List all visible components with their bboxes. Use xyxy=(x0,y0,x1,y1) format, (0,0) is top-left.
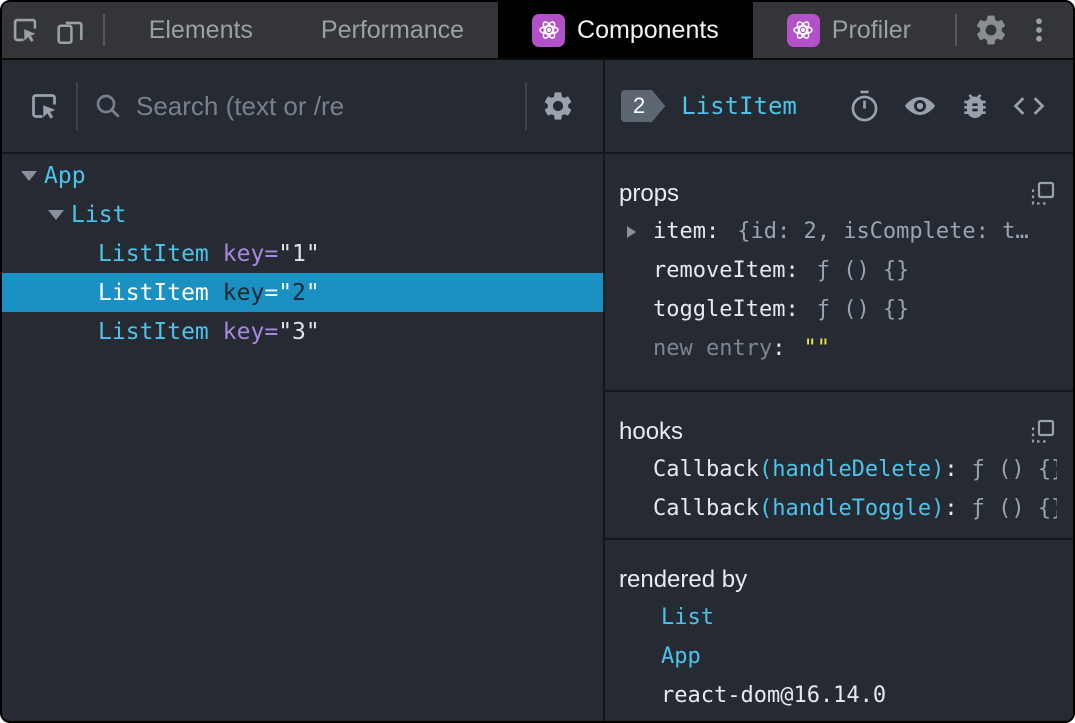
select-component-icon[interactable] xyxy=(26,88,62,124)
rendered-by-header: rendered by xyxy=(619,540,1057,598)
devtools-window: Elements Performance Components Profiler… xyxy=(0,0,1075,723)
topbar-right-controls xyxy=(945,2,1073,58)
settings-gear-icon[interactable] xyxy=(967,2,1015,58)
props-section: props item: {id: 2, isComplete: t… remov… xyxy=(605,154,1073,392)
component-tree-pane: App List ListItem key="1" ListItem key="… xyxy=(2,60,605,721)
hook-row-handletoggle[interactable]: Callback (handleToggle): ƒ () {} xyxy=(619,489,1057,528)
tree-item-listitem-2-selected[interactable]: ListItem key="2" xyxy=(2,273,603,312)
tree-item-listitem-1[interactable]: ListItem key="1" xyxy=(2,234,603,273)
tab-performance[interactable]: Performance xyxy=(287,2,498,58)
tree-item-listitem-3[interactable]: ListItem key="3" xyxy=(2,312,603,351)
expander-down-icon[interactable] xyxy=(14,170,44,181)
toolbar-divider xyxy=(76,82,78,130)
inspected-element-pane: 2 ListItem props item: {id: 2, isComple… xyxy=(605,60,1073,721)
key-attribute: key="2" xyxy=(222,279,320,306)
hook-value: ƒ () {} xyxy=(971,496,1057,521)
expander-right-icon[interactable] xyxy=(627,225,653,238)
suspend-stopwatch-icon[interactable] xyxy=(848,89,881,124)
react-logo-icon xyxy=(532,13,566,47)
rendered-by-section: rendered by List App react-dom@16.14.0 xyxy=(605,540,1073,721)
view-source-code-icon[interactable] xyxy=(1011,92,1047,120)
hook-row-handledelete[interactable]: Callback (handleDelete): ƒ () {} xyxy=(619,450,1057,489)
selected-component-name: ListItem xyxy=(681,92,797,120)
component-tree: App List ListItem key="1" ListItem key="… xyxy=(2,154,603,721)
prop-row-removeitem[interactable]: removeItem: ƒ () {} xyxy=(619,251,1057,290)
devtools-tab-bar: Elements Performance Components Profiler xyxy=(2,2,1073,60)
hook-value: ƒ () {} xyxy=(971,457,1057,482)
prop-row-toggleitem[interactable]: toggleItem: ƒ () {} xyxy=(619,290,1057,329)
copy-hooks-icon[interactable] xyxy=(1029,418,1057,446)
component-name: ListItem xyxy=(98,318,209,345)
tree-settings-gear-icon[interactable] xyxy=(541,89,575,123)
copy-props-icon[interactable] xyxy=(1029,180,1057,208)
search-input[interactable] xyxy=(134,89,511,123)
kebab-menu-icon[interactable] xyxy=(1015,2,1063,58)
prop-row-new-entry[interactable]: new entry: "" xyxy=(619,329,1057,368)
tree-item-list[interactable]: List xyxy=(2,195,603,234)
log-to-console-bug-icon[interactable] xyxy=(959,90,991,122)
section-title: rendered by xyxy=(619,566,748,593)
prop-value: ƒ () {} xyxy=(816,297,910,322)
tab-label: Components xyxy=(577,15,719,44)
new-entry-value[interactable]: "" xyxy=(803,336,830,361)
tab-label: Profiler xyxy=(831,15,911,44)
key-attribute: key="1" xyxy=(222,240,320,267)
section-title: hooks xyxy=(619,418,684,445)
prop-row-item[interactable]: item: {id: 2, isComplete: t… xyxy=(619,212,1057,251)
hooks-section: hooks Callback (handleDelete): ƒ () {} C… xyxy=(605,392,1073,540)
section-title: props xyxy=(619,180,680,207)
inspect-dom-eye-icon[interactable] xyxy=(901,92,939,120)
owners-stack-badge: 2 xyxy=(621,90,666,122)
props-header: props xyxy=(619,154,1057,212)
toolbar-divider xyxy=(102,14,105,46)
tab-profiler[interactable]: Profiler xyxy=(753,2,945,58)
react-logo-icon xyxy=(786,13,820,47)
tab-label: Elements xyxy=(148,15,253,44)
tree-toolbar xyxy=(2,60,603,154)
hooks-header: hooks xyxy=(619,392,1057,450)
tab-elements[interactable]: Elements xyxy=(115,2,287,58)
inspect-element-icon[interactable] xyxy=(2,2,47,58)
owner-link-app[interactable]: App xyxy=(619,637,1057,676)
expander-down-icon[interactable] xyxy=(41,209,71,220)
renderer-version: react-dom@16.14.0 xyxy=(661,683,887,708)
component-name: ListItem xyxy=(98,240,209,267)
device-toolbar-icon[interactable] xyxy=(47,2,92,58)
component-name: ListItem xyxy=(98,279,209,306)
key-attribute: key="3" xyxy=(222,318,320,345)
tab-components[interactable]: Components xyxy=(498,2,753,58)
tab-label: Performance xyxy=(320,15,465,44)
toolbar-divider xyxy=(955,14,957,46)
component-name: List xyxy=(71,201,127,228)
component-name: App xyxy=(44,162,86,189)
prop-value: ƒ () {} xyxy=(816,258,910,283)
inspected-element-header: 2 ListItem xyxy=(605,60,1073,154)
search-icon xyxy=(92,90,124,122)
components-panel: App List ListItem key="1" ListItem key="… xyxy=(2,60,1073,721)
owner-link-list[interactable]: List xyxy=(619,598,1057,637)
toolbar-divider xyxy=(525,82,527,130)
element-actions xyxy=(848,89,1047,124)
prop-value: {id: 2, isComplete: t… xyxy=(737,219,1029,244)
tree-item-app[interactable]: App xyxy=(2,156,603,195)
